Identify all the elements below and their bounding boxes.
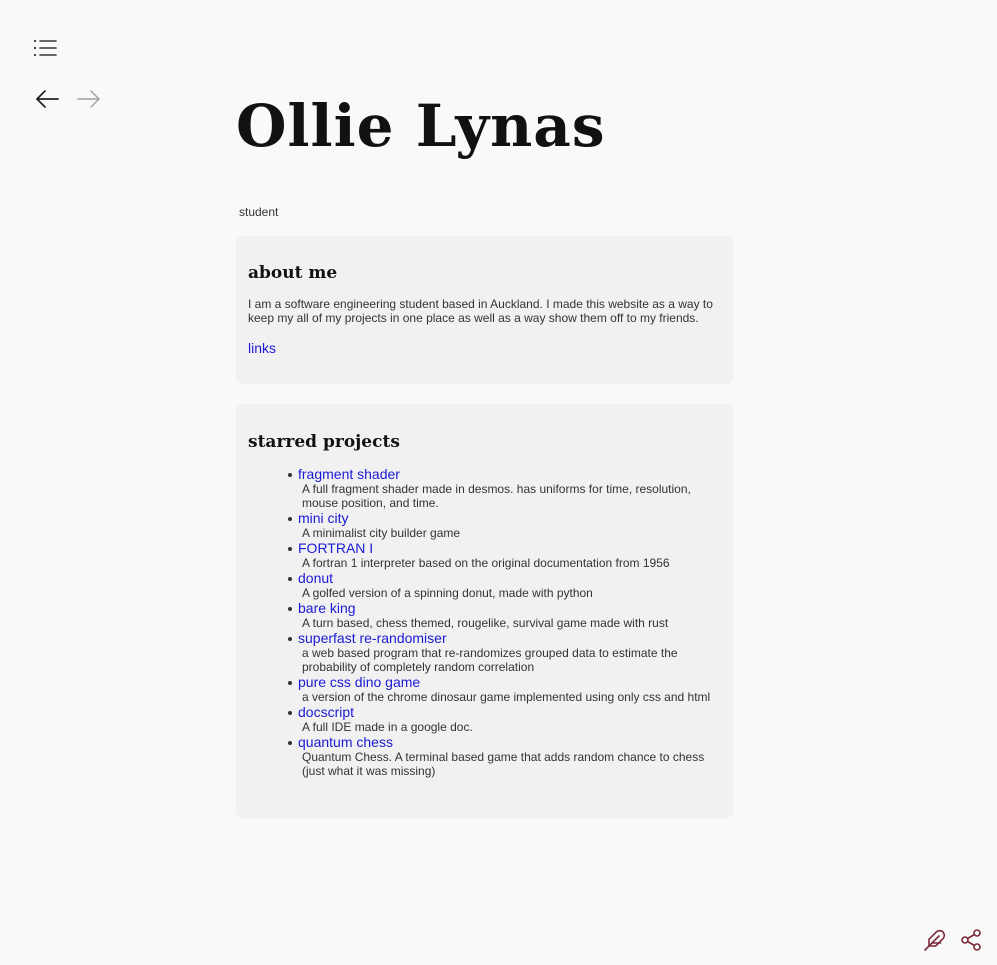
about-text: I am a software engineering student base… xyxy=(248,297,713,325)
project-description: A fortran 1 interpreter based on the ori… xyxy=(302,556,670,570)
project-link[interactable]: pure css dino game xyxy=(298,674,721,690)
corner-actions xyxy=(923,928,983,952)
links-link[interactable]: links xyxy=(248,340,276,356)
project-link[interactable]: quantum chess xyxy=(298,734,721,750)
arrow-left-icon xyxy=(36,90,59,108)
project-description: a version of the chrome dinosaur game im… xyxy=(302,690,711,704)
project-item-pure-css-dino-game: pure css dino game a version of the chro… xyxy=(288,674,721,704)
main-content: Ollie Lynas student about me I am a soft… xyxy=(236,86,733,818)
back-button[interactable] xyxy=(34,87,60,111)
project-link[interactable]: donut xyxy=(298,570,721,586)
project-link[interactable]: fragment shader xyxy=(298,466,721,482)
arrow-right-icon xyxy=(77,90,100,108)
edit-button[interactable] xyxy=(923,928,947,952)
about-section: about me I am a software engineering stu… xyxy=(236,236,733,384)
project-description: A golfed version of a spinning donut, ma… xyxy=(302,586,593,600)
project-item-mini-city: mini city A minimalist city builder game xyxy=(288,510,721,540)
project-item-bare-king: bare king A turn based, chess themed, ro… xyxy=(288,600,721,630)
list-icon xyxy=(33,39,57,57)
share-icon xyxy=(961,929,981,951)
forward-button[interactable] xyxy=(76,87,102,111)
project-link[interactable]: bare king xyxy=(298,600,721,616)
project-item-docscript: docscript A full IDE made in a google do… xyxy=(288,704,721,734)
project-link[interactable]: docscript xyxy=(298,704,721,720)
project-description: A turn based, chess themed, rougelike, s… xyxy=(302,616,669,630)
project-description: A full fragment shader made in desmos. h… xyxy=(302,482,691,510)
project-link[interactable]: superfast re-randomiser xyxy=(298,630,721,646)
page-title: Ollie Lynas xyxy=(236,92,606,160)
project-description: A full IDE made in a google doc. xyxy=(302,720,473,734)
starred-projects-heading: starred projects xyxy=(248,432,400,452)
project-link[interactable]: FORTRAN I xyxy=(298,540,721,556)
project-item-superfast-re-randomiser: superfast re-randomiser a web based prog… xyxy=(288,630,721,674)
about-heading: about me xyxy=(248,263,338,283)
project-item-quantum-chess: quantum chess Quantum Chess. A terminal … xyxy=(288,734,721,778)
project-description: a web based program that re-randomizes g… xyxy=(302,646,678,674)
share-button[interactable] xyxy=(959,928,983,952)
project-list: fragment shader A full fragment shader m… xyxy=(248,466,721,778)
navigation-arrows xyxy=(34,87,102,111)
project-item-fragment-shader: fragment shader A full fragment shader m… xyxy=(288,466,721,510)
project-description: A minimalist city builder game xyxy=(302,526,461,540)
feather-icon xyxy=(924,929,946,951)
table-of-contents-button[interactable] xyxy=(32,36,58,60)
starred-projects-section: starred projects fragment shader A full … xyxy=(236,404,733,818)
project-item-fortran-i: FORTRAN I A fortran 1 interpreter based … xyxy=(288,540,721,570)
project-item-donut: donut A golfed version of a spinning don… xyxy=(288,570,721,600)
project-description: Quantum Chess. A terminal based game tha… xyxy=(302,750,705,778)
project-link[interactable]: mini city xyxy=(298,510,721,526)
page-subtitle: student xyxy=(239,205,279,219)
